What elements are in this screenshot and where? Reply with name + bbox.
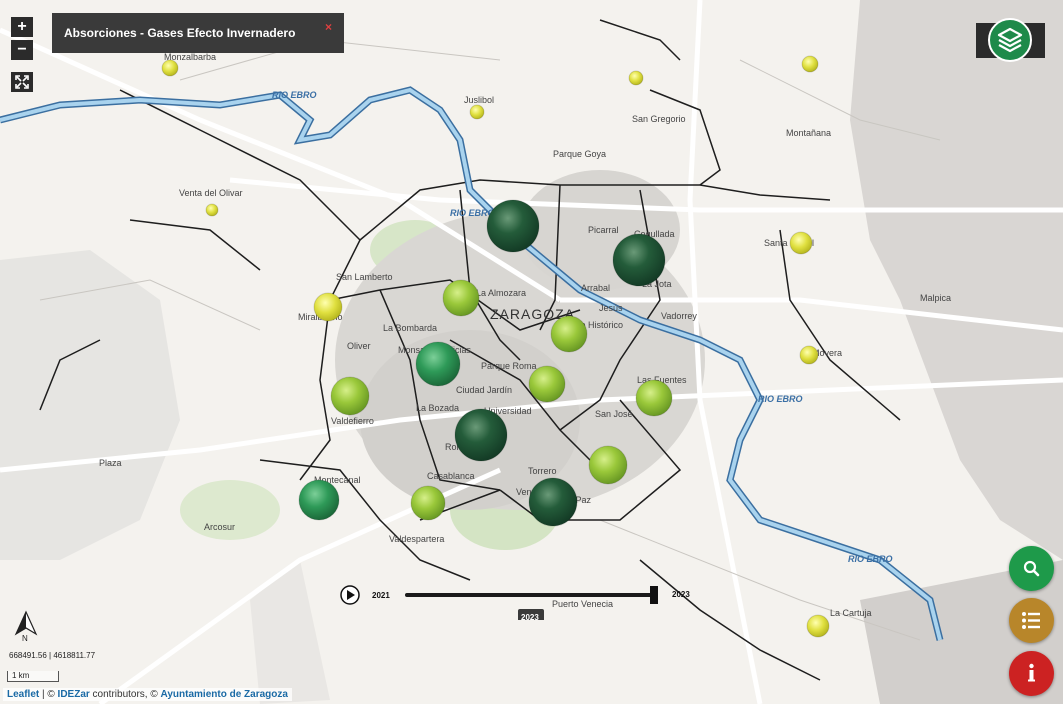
absorption-bubble-lime[interactable] (528, 365, 566, 403)
river-label: RIO EBRO (450, 208, 495, 218)
absorption-bubble-mid[interactable] (415, 341, 461, 387)
close-icon[interactable]: × (325, 20, 332, 34)
place-label: La Bozada (416, 403, 459, 413)
place-label: Montañana (786, 128, 831, 138)
place-label: La Bombarda (383, 323, 437, 333)
absorption-bubble-lime[interactable] (635, 379, 673, 417)
absorption-bubble-light[interactable] (161, 59, 179, 77)
place-label: Casablanca (427, 471, 475, 481)
timeline-control[interactable]: 2021 2023 2023 (335, 580, 705, 623)
absorption-bubble-lime[interactable] (588, 445, 628, 485)
absorption-bubble-light[interactable] (205, 203, 219, 217)
place-label: Venta del Olivar (179, 188, 243, 198)
absorption-bubble-mid[interactable] (298, 479, 340, 521)
coordinates-readout: 668491.56 | 4618811.77 (9, 651, 96, 660)
compass-label: N (22, 634, 28, 642)
idezar-link[interactable]: IDEZar (58, 689, 90, 700)
attribution-text: contributors, © (89, 689, 161, 700)
absorption-bubble-dark[interactable] (454, 408, 508, 462)
absorption-bubble-lime[interactable] (442, 279, 480, 317)
place-label: Plaza (99, 458, 122, 468)
compass: N (12, 610, 40, 643)
place-label: Valdefierro (331, 416, 374, 426)
ayuntamiento-link[interactable]: Ayuntamiento de Zaragoza (161, 689, 288, 700)
river-label: RIO EBRO (272, 90, 317, 100)
place-label: Picarral (588, 225, 619, 235)
place-label: La Cartuja (830, 608, 872, 618)
absorption-bubble-lime[interactable] (550, 315, 588, 353)
timeline-end-label: 2023 (672, 590, 690, 599)
place-label: San José (595, 409, 633, 419)
info-icon (1028, 663, 1035, 682)
fullscreen-button[interactable] (11, 72, 33, 92)
leaflet-link[interactable]: Leaflet (7, 689, 39, 700)
search-button[interactable] (1009, 546, 1054, 591)
absorption-bubble-light[interactable] (799, 345, 819, 365)
absorption-bubble-lime[interactable] (410, 485, 446, 521)
absorption-bubble-light[interactable] (469, 104, 485, 120)
north-arrow-icon: N (14, 610, 38, 643)
attribution-sep: | © (39, 689, 58, 700)
zoom-in-button[interactable]: + (11, 17, 33, 37)
timeline-handle[interactable] (650, 586, 658, 604)
place-label: San Gregorio (632, 114, 686, 124)
info-button[interactable] (1009, 651, 1054, 696)
place-label: Parque Roma (481, 361, 537, 371)
place-label: San Lamberto (336, 272, 393, 282)
zoom-out-button[interactable]: − (11, 40, 33, 60)
absorption-bubble-lime[interactable] (330, 376, 370, 416)
place-label: Vadorrey (661, 311, 697, 321)
layers-icon (988, 18, 1032, 62)
absorption-bubble-dark[interactable] (486, 199, 540, 253)
place-label: Arrabal (581, 283, 610, 293)
river-label: RIO EBRO (848, 554, 893, 564)
legend-list-button[interactable] (1009, 598, 1054, 643)
place-label: Valdespartera (389, 534, 444, 544)
absorption-bubble-light[interactable] (789, 231, 813, 255)
scale-bar: 1 km (7, 671, 59, 682)
absorption-bubble-light[interactable] (313, 292, 343, 322)
place-label: La Almozara (476, 288, 526, 298)
layer-title-panel: Absorciones - Gases Efecto Invernadero × (52, 13, 344, 53)
absorption-bubble-dark[interactable] (528, 477, 578, 527)
absorption-bubble-dark[interactable] (612, 233, 666, 287)
absorption-bubble-light[interactable] (801, 55, 819, 73)
place-label: Jesús (599, 303, 623, 313)
place-label: Parque Goya (553, 149, 606, 159)
place-label: Ciudad Jardín (456, 385, 512, 395)
place-label: Malpica (920, 293, 951, 303)
attribution: Leaflet | © IDEZar contributors, © Ayunt… (3, 688, 292, 701)
layer-title: Absorciones - Gases Efecto Invernadero (64, 26, 296, 40)
place-label: Oliver (347, 341, 371, 351)
timeline-track[interactable] (405, 593, 655, 597)
fullscreen-icon (15, 75, 29, 89)
layers-button[interactable] (976, 18, 1045, 62)
river-label: RIO EBRO (758, 394, 803, 404)
play-button[interactable] (340, 585, 360, 605)
place-label: Torrero (528, 466, 557, 476)
search-icon (1023, 560, 1040, 577)
timeline-start-label: 2021 (372, 591, 390, 600)
timeline-current-label: 2023 (521, 613, 539, 620)
absorption-bubble-light[interactable] (628, 70, 644, 86)
absorption-bubble-light[interactable] (806, 614, 830, 638)
list-icon (1022, 612, 1040, 629)
place-label: Arcosur (204, 522, 235, 532)
place-label: Juslibol (464, 95, 494, 105)
